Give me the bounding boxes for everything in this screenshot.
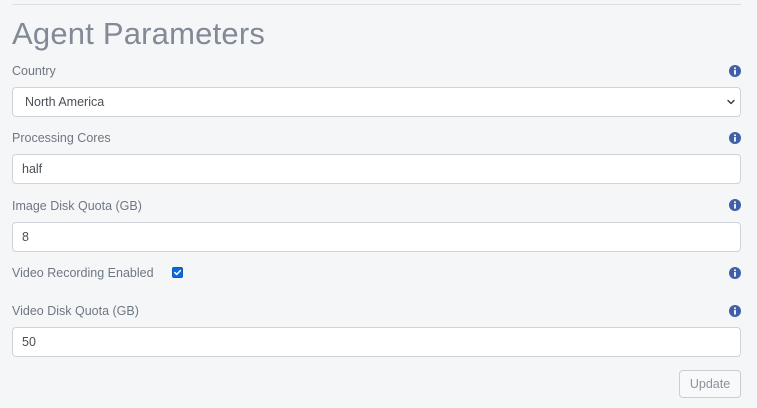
processing-cores-info-icon[interactable] — [729, 132, 741, 144]
video-disk-quota-info-icon[interactable] — [729, 305, 741, 317]
processing-cores-input[interactable]: half — [12, 154, 741, 184]
country-info-icon[interactable] — [729, 65, 741, 77]
top-divider — [12, 4, 741, 5]
video-recording-info-icon[interactable] — [729, 267, 741, 279]
video-disk-quota-value: 50 — [22, 335, 36, 349]
video-disk-quota-label: Video Disk Quota (GB) — [12, 304, 139, 318]
country-label: Country — [12, 64, 56, 78]
video-recording-checkbox[interactable] — [172, 267, 183, 278]
update-button[interactable]: Update — [679, 370, 741, 398]
page-title: Agent Parameters — [12, 16, 266, 51]
check-icon — [174, 269, 182, 276]
image-disk-quota-label: Image Disk Quota (GB) — [12, 199, 142, 213]
video-disk-quota-input[interactable]: 50 — [12, 327, 741, 357]
image-disk-quota-info-icon[interactable] — [729, 199, 741, 211]
image-disk-quota-value: 8 — [22, 230, 29, 244]
chevron-down-icon — [727, 99, 735, 105]
video-recording-label: Video Recording Enabled — [12, 266, 154, 280]
processing-cores-label: Processing Cores — [12, 131, 111, 145]
country-select[interactable]: North America — [12, 87, 741, 117]
processing-cores-value: half — [22, 162, 43, 176]
image-disk-quota-input[interactable]: 8 — [12, 222, 741, 252]
country-select-value: North America — [25, 95, 105, 109]
